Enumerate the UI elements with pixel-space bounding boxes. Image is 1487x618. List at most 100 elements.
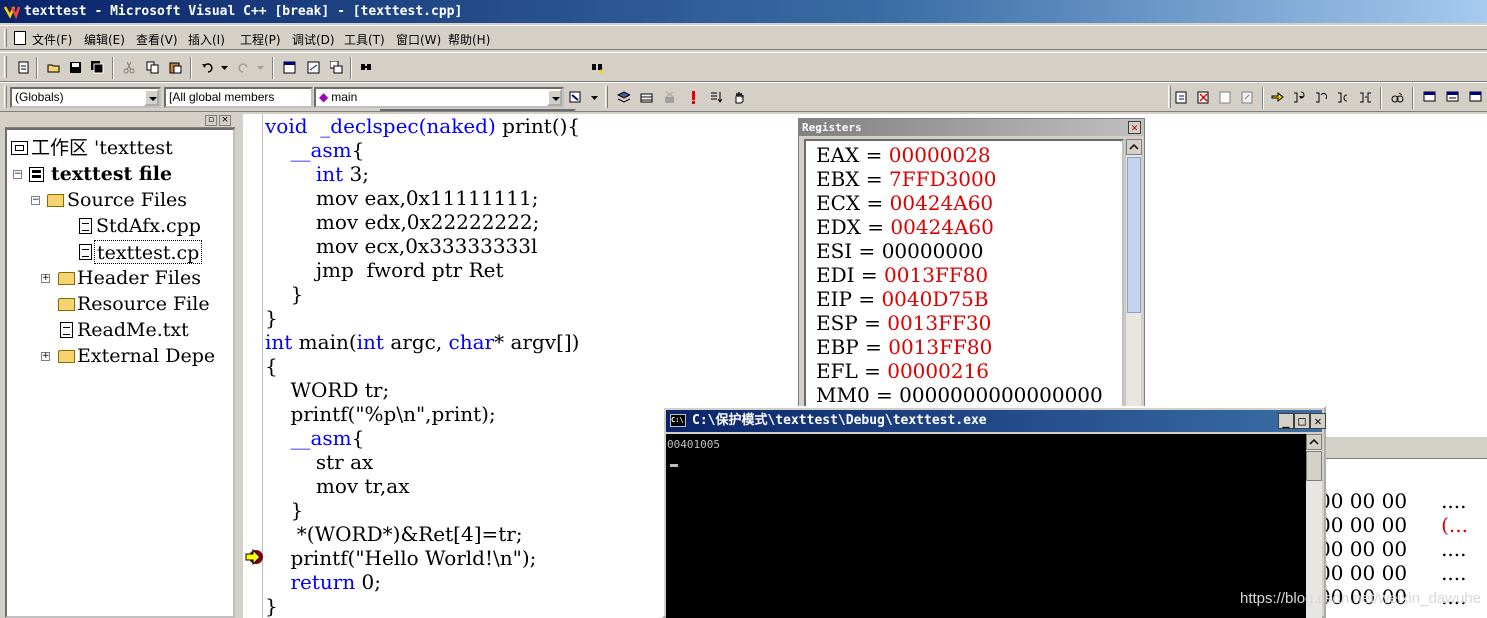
workspace-maximize-icon[interactable]: ▫	[205, 115, 217, 126]
code-line[interactable]: }	[265, 306, 278, 330]
compile-icon[interactable]	[614, 88, 632, 106]
code-line[interactable]: mov edx,0x22222222;	[265, 210, 539, 234]
menu-view[interactable]: 查看(V)	[136, 31, 178, 48]
register-row[interactable]: ECX = 00424A60	[816, 191, 993, 215]
menu-help[interactable]: 帮助(H)	[448, 31, 490, 48]
quick-watch-icon[interactable]	[1388, 88, 1406, 106]
copy-icon[interactable]	[143, 58, 161, 76]
cut-icon[interactable]	[120, 58, 138, 76]
scroll-thumb[interactable]	[1127, 157, 1141, 313]
memory-row[interactable]: 00 00 00....	[1318, 537, 1467, 561]
save-icon[interactable]	[66, 58, 84, 76]
memory-row[interactable]: 00 00 00....	[1318, 561, 1467, 585]
register-row[interactable]: EIP = 0040D75B	[816, 287, 989, 311]
registers-close-icon[interactable]: ✕	[1128, 121, 1141, 134]
menubar-grip[interactable]	[4, 29, 7, 47]
workspace-close-icon[interactable]: ×	[219, 115, 231, 126]
stop-debugging-icon[interactable]	[1194, 88, 1212, 106]
register-row[interactable]: EFL = 00000216	[816, 359, 989, 383]
menu-debug[interactable]: 调试(D)	[292, 31, 335, 48]
register-row[interactable]: EAX = 00000028	[816, 143, 991, 167]
code-line[interactable]: mov tr,ax	[265, 474, 410, 498]
variables-window-icon[interactable]	[1443, 88, 1461, 106]
register-row[interactable]: ESP = 0013FF30	[816, 311, 991, 335]
register-row[interactable]: EDI = 0013FF80	[816, 263, 988, 287]
close-icon[interactable]: ✕	[1310, 413, 1326, 429]
memory-row[interactable]: 00 00 00....	[1318, 489, 1467, 513]
step-out-icon[interactable]	[1334, 88, 1352, 106]
scroll-thumb[interactable]	[1306, 451, 1322, 481]
editor-gutter[interactable]	[243, 114, 263, 618]
show-next-statement-icon[interactable]	[1268, 88, 1286, 106]
menu-window[interactable]: 窗口(W)	[396, 31, 441, 48]
code-line[interactable]: {	[265, 354, 278, 378]
menu-edit[interactable]: 编辑(E)	[84, 31, 125, 48]
code-line[interactable]: WORD tr;	[265, 378, 389, 402]
open-folder-icon[interactable]	[44, 58, 62, 76]
code-line[interactable]: }	[265, 594, 278, 618]
code-line[interactable]: printf("Hello World!\n");	[265, 546, 536, 570]
register-row[interactable]: EBX = 7FFD3000	[816, 167, 996, 191]
code-line[interactable]: return 0;	[265, 570, 381, 594]
run-to-cursor-icon[interactable]	[1356, 88, 1374, 106]
collapse-icon[interactable]: −	[13, 170, 22, 179]
code-line[interactable]: __asm{	[265, 426, 364, 450]
code-line[interactable]: jmp fword ptr Ret	[265, 258, 504, 282]
filter-combo[interactable]: [All global members	[164, 87, 313, 108]
class-scope-arrow[interactable]	[144, 89, 159, 106]
document-icon[interactable]	[14, 31, 26, 45]
code-line[interactable]: mov ecx,0x33333333l	[265, 234, 538, 258]
menu-project[interactable]: 工程(P)	[240, 31, 281, 48]
wizard-action-dropdown-icon[interactable]	[586, 88, 598, 106]
code-line[interactable]: void _declspec(naked) print(){	[265, 114, 580, 138]
scroll-up-icon[interactable]	[1126, 139, 1142, 155]
code-line[interactable]: str ax	[265, 450, 373, 474]
code-line[interactable]: printf("%p\n",print);	[265, 402, 495, 426]
new-text-file-icon[interactable]	[14, 58, 32, 76]
apply-code-changes-icon[interactable]	[1238, 88, 1256, 106]
redo-icon[interactable]	[234, 58, 252, 76]
undo-icon[interactable]	[198, 58, 216, 76]
wizard-toolbar-grip[interactable]	[4, 86, 7, 108]
register-row[interactable]: EDX = 00424A60	[816, 215, 994, 239]
maximize-icon[interactable]: □	[1294, 413, 1310, 429]
code-line[interactable]: }	[265, 498, 303, 522]
execute-icon[interactable]	[684, 88, 702, 106]
class-scope-combo[interactable]: (Globals)	[10, 87, 161, 108]
step-into-icon[interactable]	[1290, 88, 1308, 106]
scroll-up-icon[interactable]	[1306, 434, 1322, 450]
undo-dropdown-icon[interactable]	[216, 58, 228, 76]
registers-title-bar[interactable]: Registers ✕	[799, 119, 1144, 136]
register-row[interactable]: EBP = 0013FF80	[816, 335, 992, 359]
memory-row[interactable]: 00 00 00 (...	[1318, 513, 1468, 537]
find-in-files-icon[interactable]	[357, 58, 375, 76]
step-over-icon[interactable]	[1312, 88, 1330, 106]
registers-list[interactable]: EAX = 00000028 EBX = 7FFD3000 ECX = 00424A…	[804, 139, 1124, 419]
expand-icon[interactable]: +	[41, 274, 50, 283]
window-list-icon[interactable]	[327, 58, 345, 76]
redo-dropdown-icon[interactable]	[252, 58, 264, 76]
find-binoculars-icon[interactable]	[588, 58, 606, 76]
code-line[interactable]: __asm{	[265, 138, 364, 162]
break-execution-icon[interactable]	[1216, 88, 1234, 106]
code-line[interactable]: mov eax,0x11111111;	[265, 186, 539, 210]
menu-tools[interactable]: 工具(T)	[344, 31, 385, 48]
paste-icon[interactable]	[166, 58, 184, 76]
register-row[interactable]: ESI = 00000000	[816, 239, 983, 263]
console-title-bar[interactable]: C:\ C:\保护模式\texttest\Debug\texttest.exe …	[666, 410, 1326, 432]
expand-icon[interactable]: +	[41, 352, 50, 361]
go-icon[interactable]	[707, 88, 725, 106]
member-combo[interactable]: ◆ main	[314, 87, 564, 108]
registers-window-icon[interactable]	[1466, 88, 1484, 106]
wizard-action-icon[interactable]	[566, 88, 584, 106]
minimize-icon[interactable]: _	[1278, 413, 1294, 429]
menu-file[interactable]: 文件(F)	[32, 31, 72, 48]
output-window-icon[interactable]	[304, 58, 322, 76]
code-line[interactable]: int 3;	[265, 162, 369, 186]
registers-scrollbar[interactable]	[1125, 139, 1142, 419]
register-row[interactable]: MM0 = 0000000000000000	[816, 383, 1103, 407]
member-combo-arrow[interactable]	[547, 89, 562, 106]
console-output[interactable]: 00401005	[666, 434, 1306, 618]
stop-build-icon[interactable]	[660, 88, 678, 106]
menu-insert[interactable]: 插入(I)	[188, 31, 225, 48]
